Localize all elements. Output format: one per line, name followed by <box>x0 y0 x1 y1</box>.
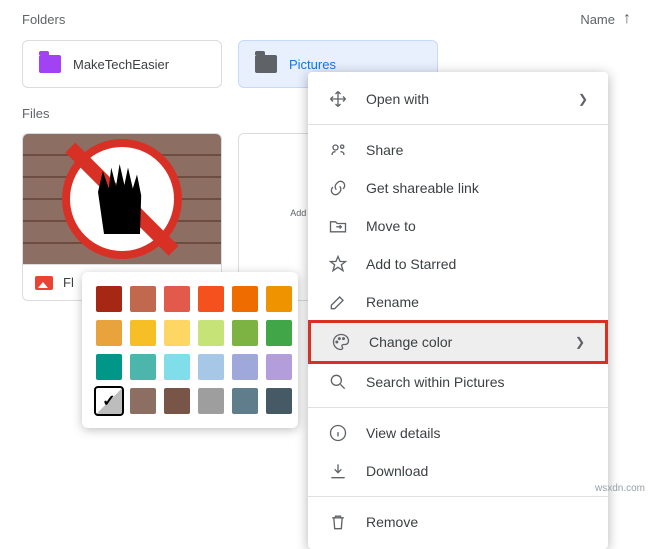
color-swatch[interactable] <box>130 320 156 346</box>
color-swatch[interactable] <box>232 354 258 380</box>
color-swatch[interactable] <box>164 354 190 380</box>
rename-icon <box>328 292 348 312</box>
menu-label: Add to Starred <box>366 256 456 272</box>
color-swatch[interactable] <box>198 388 224 414</box>
menu-separator <box>308 124 608 125</box>
menu-label: Search within Pictures <box>366 374 505 390</box>
search-icon <box>328 372 348 392</box>
files-heading: Files <box>22 106 49 121</box>
menu-label: Remove <box>366 514 418 530</box>
menu-separator <box>308 407 608 408</box>
star-icon <box>328 254 348 274</box>
color-swatch[interactable] <box>164 320 190 346</box>
color-swatch[interactable] <box>266 286 292 312</box>
menu-label: Move to <box>366 218 416 234</box>
link-icon <box>328 178 348 198</box>
menu-label: View details <box>366 425 440 441</box>
chevron-right-icon: ❯ <box>578 92 588 106</box>
menu-open-with[interactable]: Open with ❯ <box>308 80 608 118</box>
color-swatch[interactable] <box>164 388 190 414</box>
color-swatch[interactable] <box>96 320 122 346</box>
folder-icon <box>39 55 61 73</box>
color-swatch[interactable] <box>266 388 292 414</box>
menu-label: Share <box>366 142 403 158</box>
menu-get-link[interactable]: Get shareable link <box>308 169 608 207</box>
move-to-icon <box>328 216 348 236</box>
sort-label: Name <box>580 12 615 27</box>
color-swatch[interactable] <box>232 286 258 312</box>
menu-remove[interactable]: Remove <box>308 503 608 541</box>
color-swatch[interactable] <box>266 354 292 380</box>
color-swatch[interactable] <box>164 286 190 312</box>
folder-label: MakeTechEasier <box>73 57 169 72</box>
menu-add-starred[interactable]: Add to Starred <box>308 245 608 283</box>
color-swatch[interactable] <box>198 320 224 346</box>
menu-change-color[interactable]: Change color ❯ <box>308 320 608 364</box>
info-icon <box>328 423 348 443</box>
folder-icon <box>255 55 277 73</box>
menu-label: Rename <box>366 294 419 310</box>
color-swatch[interactable] <box>198 354 224 380</box>
chevron-right-icon: ❯ <box>575 335 585 349</box>
stop-sign-icon <box>62 139 182 259</box>
color-swatch[interactable] <box>130 354 156 380</box>
share-icon <box>328 140 348 160</box>
watermark: wsxdn.com <box>595 483 645 494</box>
color-swatch[interactable] <box>96 286 122 312</box>
color-swatch-default[interactable] <box>96 388 122 414</box>
color-swatch[interactable] <box>266 320 292 346</box>
download-icon <box>328 461 348 481</box>
menu-label: Download <box>366 463 428 479</box>
trash-icon <box>328 512 348 532</box>
menu-view-details[interactable]: View details <box>308 414 608 452</box>
color-swatch[interactable] <box>198 286 224 312</box>
file-name: Fl <box>63 275 74 290</box>
folders-heading: Folders <box>22 12 65 27</box>
menu-share[interactable]: Share <box>308 131 608 169</box>
sort-control[interactable]: Name ↑ <box>580 10 631 28</box>
menu-label: Open with <box>366 91 429 107</box>
menu-move-to[interactable]: Move to <box>308 207 608 245</box>
color-swatch[interactable] <box>130 388 156 414</box>
color-swatch[interactable] <box>232 388 258 414</box>
menu-separator <box>308 496 608 497</box>
menu-download[interactable]: Download <box>308 452 608 490</box>
color-swatch[interactable] <box>96 354 122 380</box>
file-thumbnail <box>23 134 221 264</box>
folder-label: Pictures <box>289 57 336 72</box>
context-menu: Open with ❯ Share Get shareable link Mov… <box>308 72 608 549</box>
palette-icon <box>331 332 351 352</box>
color-picker-popup <box>82 272 298 428</box>
menu-rename[interactable]: Rename <box>308 283 608 321</box>
image-icon <box>35 276 53 290</box>
color-swatch[interactable] <box>130 286 156 312</box>
menu-search-within[interactable]: Search within Pictures <box>308 363 608 401</box>
menu-label: Get shareable link <box>366 180 479 196</box>
color-swatch[interactable] <box>232 320 258 346</box>
menu-label: Change color <box>369 334 452 350</box>
arrow-up-icon: ↑ <box>623 10 631 28</box>
open-with-icon <box>328 89 348 109</box>
folder-maketecheasier[interactable]: MakeTechEasier <box>22 40 222 88</box>
